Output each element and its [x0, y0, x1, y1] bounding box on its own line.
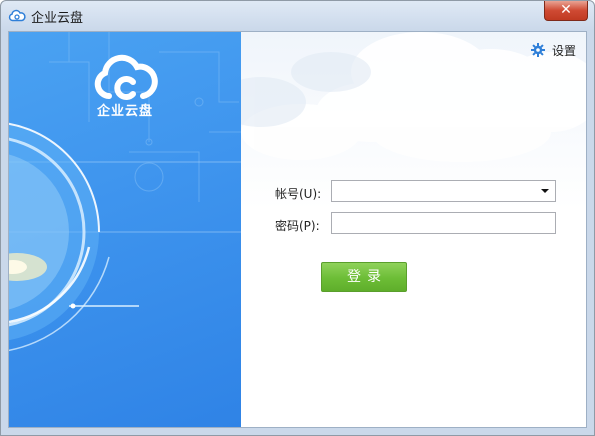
close-button[interactable]: ✕ — [544, 1, 588, 21]
settings-button[interactable]: 设置 — [530, 42, 576, 58]
password-label: 密码(P): — [275, 219, 320, 233]
client-area: 企业云盘 设置 帐号(U): 密码(P): 登录 — [8, 31, 587, 428]
account-label: 帐号(U): — [275, 187, 322, 201]
login-panel: 设置 帐号(U): 密码(P): 登录 — [241, 32, 586, 427]
app-window: 企业云盘 ✕ 企业云盘 设置 帐号(U): 密码(P): 登录 — [0, 0, 595, 436]
logo-text: 企业云盘 — [96, 104, 153, 119]
window-title: 企业云盘 — [31, 11, 84, 26]
chevron-down-icon[interactable] — [538, 181, 552, 201]
title-bar[interactable]: 企业云盘 ✕ — [1, 1, 594, 31]
password-field[interactable] — [331, 212, 556, 234]
login-button[interactable]: 登录 — [321, 262, 407, 292]
brand-panel: 企业云盘 — [9, 32, 241, 427]
app-cloud-icon — [8, 9, 26, 22]
gear-icon — [530, 43, 545, 57]
settings-label: 设置 — [551, 43, 576, 58]
account-combobox[interactable] — [331, 180, 556, 202]
